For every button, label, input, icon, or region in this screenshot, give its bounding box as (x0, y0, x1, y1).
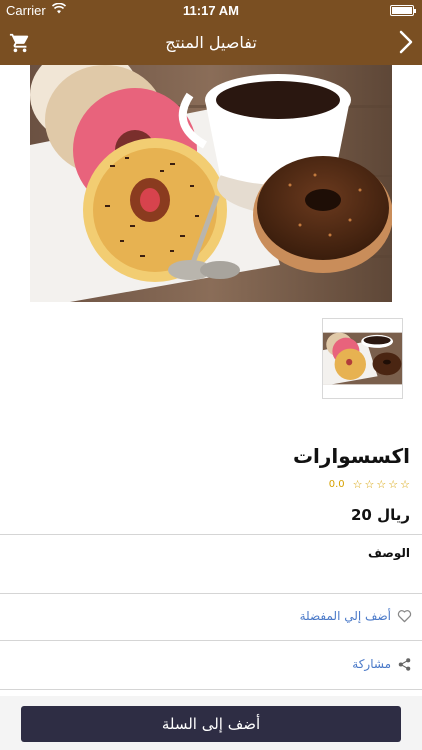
star-icon: ☆ (352, 478, 363, 491)
add-to-favorites-label: أضف إلي المفضلة (299, 609, 391, 623)
share-icon (398, 658, 411, 671)
page-title: تفاصيل المنتج (165, 33, 257, 52)
divider (0, 534, 422, 535)
product-price: 20 ريال (350, 506, 410, 524)
battery-icon (390, 5, 416, 16)
rating: 0.0 ☆ ☆ ☆ ☆ ☆ (329, 478, 410, 491)
add-to-favorites-button[interactable]: أضف إلي المفضلة (0, 594, 422, 640)
divider (0, 689, 422, 690)
description-label: الوصف (367, 546, 410, 560)
rating-value: 0.0 (328, 479, 345, 490)
status-bar: Carrier 11:17 AM (0, 0, 422, 22)
chevron-right-icon[interactable] (398, 29, 414, 55)
star-icon: ☆ (400, 478, 410, 491)
share-label: مشاركة (352, 657, 391, 671)
product-thumbnail[interactable] (322, 318, 403, 399)
product-name: اكسسوارات (292, 444, 410, 468)
share-button[interactable]: مشاركة (0, 641, 422, 689)
star-icon: ☆ (364, 478, 375, 491)
add-to-cart-button[interactable]: أضف إلى السلة (21, 706, 401, 742)
product-image (30, 65, 392, 302)
star-icon: ☆ (388, 478, 399, 491)
star-icon: ☆ (376, 478, 387, 491)
heart-icon (397, 610, 412, 623)
clock: 11:17 AM (183, 3, 239, 18)
nav-bar: تفاصيل المنتج (0, 22, 422, 65)
